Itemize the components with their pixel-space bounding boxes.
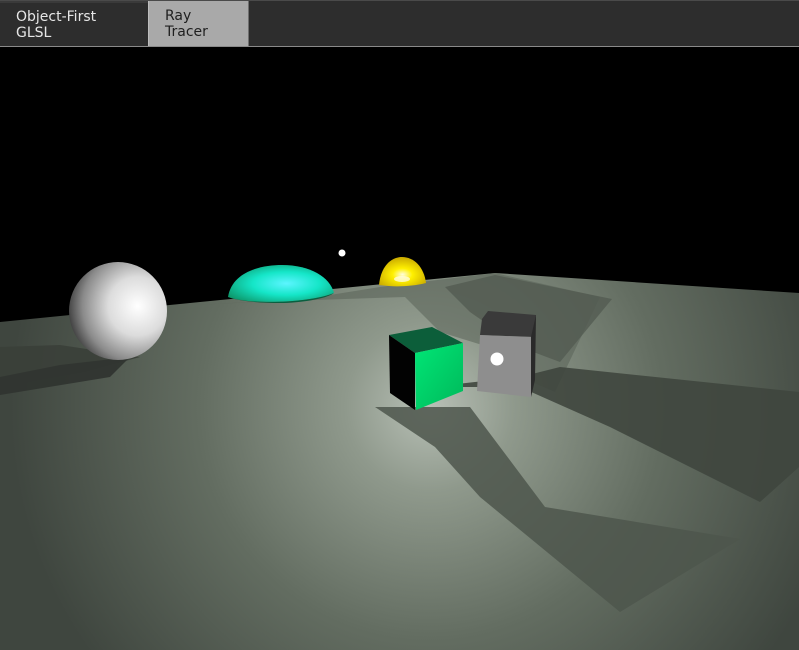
tab-bar: Object-First GLSL Ray Tracer (0, 0, 799, 47)
render-viewport[interactable] (0, 47, 799, 650)
gray-cube (477, 311, 536, 397)
tab-label: Ray Tracer (165, 7, 208, 40)
light-point (338, 249, 346, 257)
yellow-dome (379, 257, 426, 287)
tab-label: Object-First GLSL (16, 8, 97, 41)
ray-traced-scene (0, 249, 799, 650)
app-window: Object-First GLSL Ray Tracer (0, 0, 799, 650)
tab-ray-tracer[interactable]: Ray Tracer (148, 1, 249, 46)
white-sphere (69, 262, 167, 360)
cyan-dome (228, 265, 334, 303)
tab-object-first-glsl[interactable]: Object-First GLSL (0, 1, 148, 46)
